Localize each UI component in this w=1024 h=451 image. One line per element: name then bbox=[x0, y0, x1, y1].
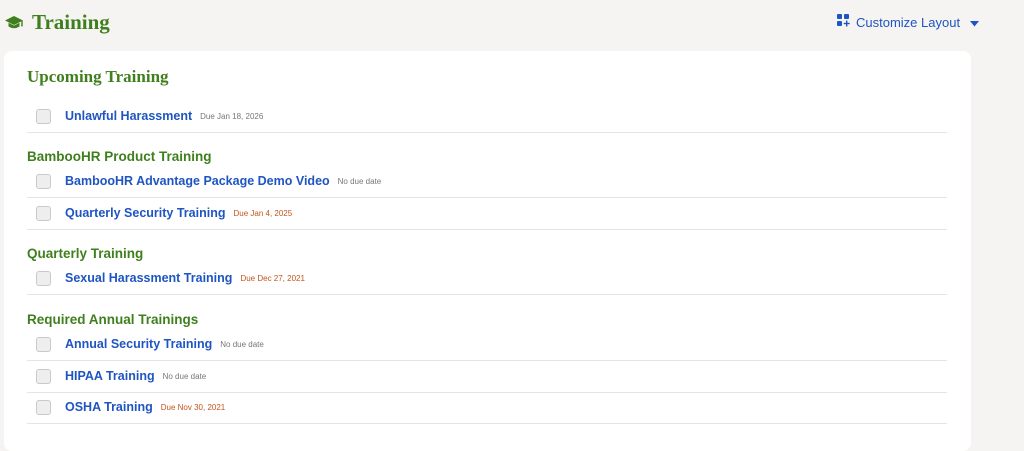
training-link[interactable]: Quarterly Security Training bbox=[65, 206, 225, 220]
group-title: Required Annual Trainings bbox=[27, 312, 199, 327]
due-date: Due Dec 27, 2021 bbox=[240, 273, 305, 283]
due-date: No due date bbox=[220, 339, 264, 349]
page-header: Training Customize Layout bbox=[0, 0, 1024, 46]
training-checkbox[interactable] bbox=[36, 368, 51, 384]
layout-grid-icon bbox=[837, 14, 850, 30]
page-title-text: Training bbox=[32, 10, 110, 34]
training-link[interactable]: Unlawful Harassment bbox=[65, 109, 192, 123]
due-date: Due Jan 4, 2025 bbox=[233, 208, 293, 218]
training-checkbox[interactable] bbox=[36, 270, 51, 286]
training-item: BambooHR Advantage Package Demo Video No… bbox=[27, 165, 947, 198]
training-item: OSHA Training Due Nov 30, 2021 bbox=[27, 391, 947, 424]
upcoming-training-card: Upcoming Training Unlawful Harassment Du… bbox=[4, 51, 971, 451]
chevron-down-icon bbox=[970, 15, 980, 30]
training-item: Sexual Harassment Training Due Dec 27, 2… bbox=[27, 262, 947, 295]
training-link[interactable]: Sexual Harassment Training bbox=[65, 271, 232, 285]
group-title: Quarterly Training bbox=[27, 246, 144, 261]
training-checkbox[interactable] bbox=[36, 336, 51, 352]
due-date: No due date bbox=[337, 176, 382, 186]
training-checkbox[interactable] bbox=[36, 205, 51, 221]
group-title: BambooHR Product Training bbox=[27, 149, 212, 164]
due-date: Due Nov 30, 2021 bbox=[160, 402, 226, 412]
training-link[interactable]: BambooHR Advantage Package Demo Video bbox=[65, 174, 330, 188]
due-date: Due Jan 18, 2026 bbox=[200, 111, 264, 121]
training-checkbox[interactable] bbox=[36, 399, 51, 415]
customize-layout-label: Customize Layout bbox=[856, 14, 961, 30]
training-link[interactable]: Annual Security Training bbox=[65, 337, 212, 351]
training-link[interactable]: HIPAA Training bbox=[65, 369, 155, 383]
training-item: Quarterly Security Training Due Jan 4, 2… bbox=[27, 197, 947, 230]
graduation-cap-icon bbox=[4, 15, 24, 31]
due-date: No due date bbox=[162, 371, 207, 381]
card-title: Upcoming Training bbox=[27, 67, 169, 86]
training-item: HIPAA Training No due date bbox=[27, 360, 947, 393]
page-title: Training bbox=[4, 10, 110, 35]
training-link[interactable]: OSHA Training bbox=[65, 400, 153, 414]
training-item: Unlawful Harassment Due Jan 18, 2026 bbox=[27, 100, 947, 133]
customize-layout-button[interactable]: Customize Layout bbox=[837, 14, 980, 30]
training-item: Annual Security Training No due date bbox=[27, 328, 947, 361]
training-checkbox[interactable] bbox=[36, 173, 51, 189]
training-checkbox[interactable] bbox=[36, 108, 51, 124]
